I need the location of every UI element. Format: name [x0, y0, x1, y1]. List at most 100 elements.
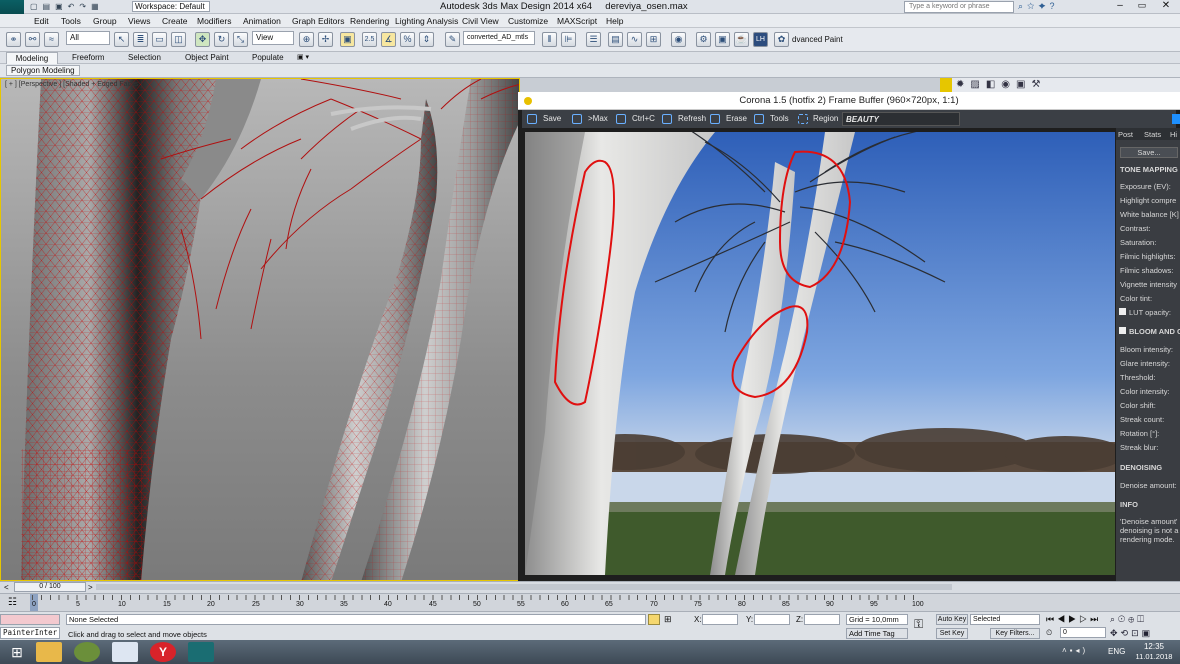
channel-dropdown[interactable]: BEAUTY — [842, 112, 960, 126]
graphite-toggle-icon[interactable]: ▤ — [608, 32, 623, 47]
save-settings-button[interactable]: Save... — [1120, 147, 1178, 158]
menu-maxscript[interactable]: MAXScript — [557, 16, 597, 26]
quick-access-icons[interactable]: ▢▤▣↶↷▦ — [30, 2, 125, 12]
maxscript-listener-pink[interactable] — [0, 614, 60, 625]
bloom-checkbox[interactable] — [1119, 327, 1126, 334]
menu-tools[interactable]: Tools — [61, 16, 81, 26]
tab-freeform[interactable]: Freeform — [72, 52, 104, 64]
angle-snap-icon[interactable]: ∡ — [381, 32, 396, 47]
menu-edit[interactable]: Edit — [34, 16, 49, 26]
maxscript-listener-white[interactable]: PainterInter — [0, 627, 60, 639]
denoising-header[interactable]: DENOISING — [1120, 463, 1162, 472]
polygon-modeling-panel[interactable]: Polygon Modeling — [6, 65, 80, 76]
menu-civil-view[interactable]: Civil View — [462, 16, 499, 26]
z-coordinate-input[interactable] — [804, 614, 840, 625]
bloom-glare-header[interactable]: BLOOM AND G — [1129, 327, 1180, 336]
rect-selection-icon[interactable]: ▭ — [152, 32, 167, 47]
perspective-viewport[interactable]: [ + ] [Perspective ] [Shaded + Edged Fac… — [0, 78, 520, 581]
erase-button[interactable]: Erase — [726, 110, 747, 128]
track-bar-menu-icon[interactable]: ☷ — [8, 597, 17, 608]
navigation-controls-2[interactable]: ✥⟲⊡▣ — [1110, 628, 1153, 639]
render-setup-icon[interactable]: ⚙ — [696, 32, 711, 47]
lock-selection-icon[interactable] — [648, 614, 660, 625]
y-coordinate-input[interactable] — [754, 614, 790, 625]
reference-coordinate-dropdown[interactable]: View — [252, 31, 294, 45]
named-selection-dropdown[interactable]: converted_AD_mtls — [463, 31, 535, 45]
selection-filter-dropdown[interactable]: All — [66, 31, 110, 45]
menu-modifiers[interactable]: Modifiers — [197, 16, 231, 26]
start-button[interactable]: ⊞ — [4, 642, 30, 662]
region-button[interactable]: Region — [813, 110, 838, 128]
set-key-button[interactable]: Set Key — [936, 628, 968, 639]
time-prev-button[interactable]: < — [4, 583, 9, 592]
tab-stats[interactable]: Stats — [1144, 130, 1161, 139]
notepad-icon[interactable] — [112, 642, 138, 662]
search-input[interactable]: Type a keyword or phrase — [904, 1, 1014, 13]
workspace-dropdown[interactable]: Workspace: Default — [132, 1, 210, 12]
time-config-icon[interactable]: ⏲ — [1046, 628, 1052, 638]
curve-editor-icon[interactable]: ∿ — [627, 32, 642, 47]
viewport-label[interactable]: [ + ] [Perspective ] [Shaded + Edged Fac… — [5, 81, 142, 88]
panel-toggle-icon[interactable] — [1172, 114, 1180, 124]
render-production-icon[interactable]: ☕ — [734, 32, 749, 47]
move-icon[interactable]: ✥ — [195, 32, 210, 47]
menu-lighting-analysis[interactable]: Lighting Analysis — [395, 16, 458, 26]
key-icon[interactable]: ⚿ — [914, 617, 923, 632]
file-explorer-icon[interactable] — [36, 642, 62, 662]
time-slider-thumb[interactable]: 0 / 100 — [14, 582, 86, 592]
select-object-icon[interactable]: ↖ — [114, 32, 129, 47]
tab-post[interactable]: Post — [1118, 130, 1133, 139]
minimize-button[interactable]: – — [1110, 0, 1130, 13]
ribbon-options-icon[interactable]: ▣ ▾ — [297, 52, 309, 64]
unlink-icon[interactable]: ⚯ — [25, 32, 40, 47]
menu-group[interactable]: Group — [93, 16, 117, 26]
edit-named-sets-icon[interactable]: ✎ — [445, 32, 460, 47]
advanced-paint-label[interactable]: dvanced Paint — [792, 35, 843, 44]
mirror-icon[interactable]: ⫴ — [542, 32, 557, 47]
lut-checkbox[interactable] — [1119, 308, 1126, 315]
time-slider-track[interactable] — [96, 584, 952, 590]
yandex-browser-icon[interactable]: Y — [150, 642, 176, 662]
pivot-center-icon[interactable]: ⊕ — [299, 32, 314, 47]
bind-spacewarp-icon[interactable]: ≈ — [44, 32, 59, 47]
tab-history[interactable]: Hi — [1170, 130, 1177, 139]
menu-views[interactable]: Views — [128, 16, 151, 26]
key-mode-dropdown[interactable]: Selected — [970, 614, 1040, 625]
tab-populate[interactable]: Populate — [252, 52, 284, 64]
help-icons[interactable]: ⌕☆✦? — [1018, 1, 1088, 12]
scale-icon[interactable]: ⤡ — [233, 32, 248, 47]
x-coordinate-input[interactable] — [702, 614, 738, 625]
align-icon[interactable]: ⊫ — [561, 32, 576, 47]
lh-icon[interactable]: LH — [753, 32, 768, 47]
current-frame-input[interactable]: 0 — [1060, 627, 1106, 638]
undo-link-icon[interactable]: ⚭ — [6, 32, 21, 47]
time-next-button[interactable]: > — [88, 583, 93, 592]
command-panel-icons[interactable]: ✹▨◧◉▣⚒ — [956, 79, 1046, 90]
track-bar[interactable]: ☷ 0 5 10 15 20 25 30 35 40 45 50 55 60 6… — [0, 593, 1180, 611]
snap-toggle-icon[interactable]: 2.5 — [362, 32, 377, 47]
auto-key-button[interactable]: Auto Key — [936, 614, 968, 625]
tools-button[interactable]: Tools — [770, 110, 789, 128]
menu-animation[interactable]: Animation — [243, 16, 281, 26]
window-crossing-icon[interactable]: ◫ — [171, 32, 186, 47]
tone-mapping-header[interactable]: TONE MAPPING — [1120, 165, 1178, 174]
schematic-view-icon[interactable]: ⊞ — [646, 32, 661, 47]
tray-icons[interactable]: ˄▪◂) — [1062, 646, 1088, 655]
playback-controls[interactable]: ⏮◀▶▷⏭ — [1046, 614, 1101, 625]
ctrl-c-button[interactable]: Ctrl+C — [632, 110, 655, 128]
menu-rendering[interactable]: Rendering — [350, 16, 389, 26]
material-editor-icon[interactable]: ◉ — [671, 32, 686, 47]
close-button[interactable]: ✕ — [1154, 0, 1178, 13]
add-time-tag-button[interactable]: Add Time Tag — [846, 628, 908, 639]
percent-snap-icon[interactable]: % — [400, 32, 415, 47]
save-button[interactable]: Save — [543, 110, 561, 128]
3ds-max-taskbar-icon[interactable] — [188, 642, 214, 662]
settings-app-icon[interactable] — [74, 642, 100, 662]
clock-time[interactable]: 12:35 — [1136, 642, 1172, 651]
render-image[interactable] — [525, 132, 1115, 575]
menu-graph-editors[interactable]: Graph Editors — [292, 16, 344, 26]
key-filters-button[interactable]: Key Filters... — [990, 628, 1040, 639]
to-max-button[interactable]: >Max — [588, 110, 608, 128]
rendered-frame-window-icon[interactable]: ▣ — [715, 32, 730, 47]
rotate-icon[interactable]: ↻ — [214, 32, 229, 47]
